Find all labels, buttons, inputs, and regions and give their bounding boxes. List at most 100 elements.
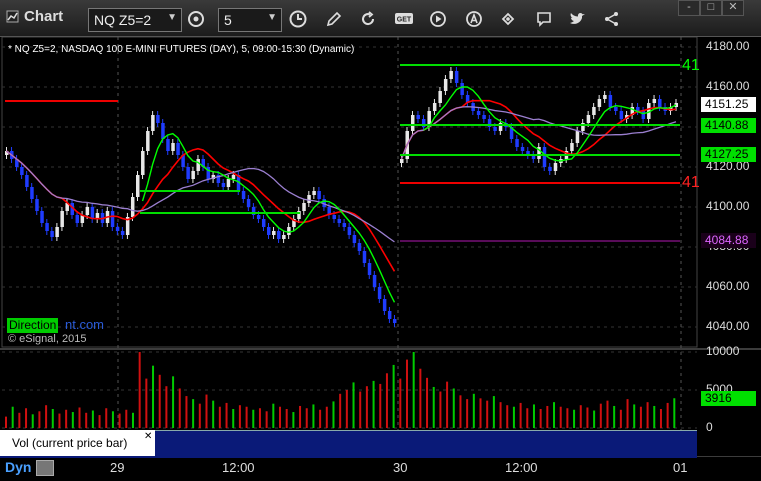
volume-tag: 3916: [701, 391, 756, 406]
volume-bar: [659, 409, 662, 428]
candle-body: [110, 211, 115, 227]
candle-body: [372, 275, 377, 287]
candle-body: [256, 215, 261, 219]
volume-bar: [412, 352, 415, 428]
volume-bar: [653, 405, 656, 428]
draw-pencil-icon[interactable]: [322, 8, 346, 30]
candle-body: [342, 223, 347, 227]
candle-body: [166, 139, 170, 151]
candle-body: [90, 207, 95, 219]
volume-bar: [285, 409, 288, 428]
price-chart[interactable]: [0, 37, 761, 457]
symbol-input[interactable]: NQ Z5=2 ▼: [88, 8, 182, 32]
volume-bar: [5, 416, 7, 428]
volume-bar: [265, 411, 268, 428]
volume-bar: [131, 412, 134, 428]
candle-body: [493, 127, 497, 131]
candle-body: [231, 175, 236, 179]
chart-app-icon: [6, 10, 19, 23]
volume-bar: [305, 408, 308, 428]
candle-body: [60, 211, 64, 227]
candle-body: [246, 199, 251, 207]
volume-bar: [65, 409, 68, 428]
candle-body: [30, 187, 34, 199]
candle-body: [476, 111, 481, 115]
candle-body: [332, 215, 336, 219]
direction-badge: Direction: [7, 318, 59, 333]
price-tag: 4140.88: [701, 118, 756, 133]
volume-bar: [392, 364, 395, 428]
volume-bar: [573, 409, 576, 428]
volume-bar: [279, 406, 282, 428]
volume-bar: [385, 373, 388, 428]
play-icon[interactable]: [426, 8, 450, 30]
interval-input[interactable]: 5 ▼: [218, 8, 282, 32]
volume-bar: [105, 408, 108, 428]
volume-bar: [399, 378, 402, 428]
volume-bar: [599, 403, 602, 428]
candle-body: [449, 71, 453, 79]
volume-bar: [606, 400, 609, 428]
chart-header: * NQ Z5=2, NASDAQ 100 E-MINI FUTURES (DA…: [8, 44, 355, 55]
volume-bar: [38, 411, 41, 428]
refresh-icon[interactable]: [356, 8, 380, 30]
volume-bar: [646, 402, 649, 428]
volume-bar: [325, 406, 328, 428]
price-tag: 4151.25: [701, 97, 756, 112]
candle-body: [382, 299, 387, 311]
direction-url[interactable]: nt.com: [65, 317, 104, 332]
candle-body: [619, 111, 624, 119]
clock-icon[interactable]: [286, 8, 310, 30]
maximize-button[interactable]: □: [700, 0, 722, 16]
chat-icon[interactable]: [532, 8, 556, 30]
candle-body: [454, 71, 459, 83]
candle-body: [652, 99, 657, 103]
volume-bar: [579, 405, 582, 428]
volume-bar: [125, 409, 128, 428]
volume-bar: [459, 395, 462, 428]
time-tick-label: 30: [393, 460, 408, 475]
volume-tick-label: 0: [706, 420, 713, 434]
candle-body: [75, 215, 80, 223]
minimize-button[interactable]: -: [678, 0, 700, 16]
volume-bar: [479, 398, 482, 428]
dynamic-label[interactable]: Dyn: [5, 459, 31, 475]
settings-icon[interactable]: [184, 8, 208, 30]
volume-bar: [292, 412, 295, 428]
candle-body: [35, 199, 39, 211]
volume-study-tab[interactable]: Vol (current price bar): [0, 430, 155, 456]
volume-bar: [559, 406, 562, 428]
volume-bar: [673, 398, 676, 428]
chevron-down-icon[interactable]: ▼: [267, 12, 277, 23]
close-button[interactable]: ✕: [722, 0, 744, 16]
candle-body: [136, 175, 140, 197]
time-tick-label: 01: [673, 460, 688, 475]
twitter-icon[interactable]: [566, 8, 590, 30]
window-title: Chart: [24, 8, 64, 25]
candle-body: [85, 207, 90, 215]
level-label: 41: [682, 174, 700, 191]
volume-bar: [486, 400, 489, 428]
candle-body: [362, 251, 367, 263]
candle-body: [156, 115, 160, 123]
candle-body: [20, 167, 24, 175]
candle-body: [307, 195, 311, 203]
chevron-down-icon[interactable]: ▼: [167, 12, 177, 23]
close-icon[interactable]: ✕: [144, 431, 152, 442]
settings-icon[interactable]: [36, 460, 54, 476]
volume-bar: [466, 399, 469, 428]
share-icon[interactable]: [600, 8, 624, 30]
volume-bar: [45, 405, 48, 428]
font-icon[interactable]: [462, 8, 486, 30]
volume-bar: [152, 365, 155, 428]
candle-body: [570, 143, 574, 151]
candle-body: [50, 231, 54, 237]
candle-body: [287, 227, 291, 235]
get-icon[interactable]: GET: [392, 8, 416, 30]
link-icon[interactable]: [496, 8, 520, 30]
volume-bar: [519, 402, 522, 428]
price-tick-label: 4100.00: [706, 199, 750, 213]
volume-bar: [18, 412, 21, 428]
candle-body: [171, 143, 175, 151]
volume-bar: [212, 400, 215, 428]
